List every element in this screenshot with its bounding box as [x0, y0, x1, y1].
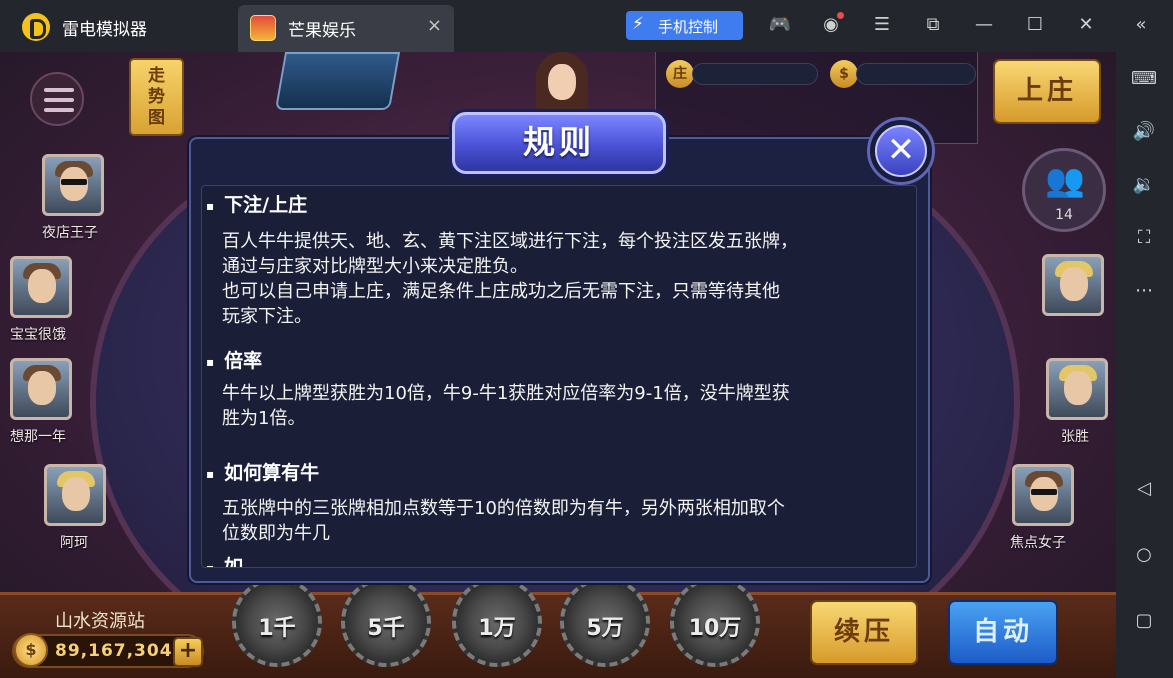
- player-avatar[interactable]: [1042, 254, 1104, 316]
- phone-control-label: 手机控制: [658, 18, 719, 36]
- restore-window-icon[interactable]: ⧉: [920, 12, 946, 38]
- chip-1k-button[interactable]: 1千: [232, 577, 322, 667]
- menu-icon[interactable]: ☰: [869, 12, 895, 38]
- user-account-icon[interactable]: ◉: [818, 12, 844, 38]
- emulator-titlebar: 雷电模拟器 芒果娱乐 × ⚡ 手机控制 🎮 ◉ ☰ ⧉ — ☐ ✕ «: [0, 0, 1173, 52]
- avatar-sunglasses: [1031, 489, 1057, 495]
- gamepad-icon[interactable]: 🎮: [767, 12, 793, 38]
- players-count: 14: [1055, 207, 1073, 223]
- players-icon: 👥: [1045, 161, 1085, 199]
- add-coins-button[interactable]: +: [173, 637, 203, 667]
- coin-balance: 89,167,304: [55, 641, 173, 661]
- chip-label: 1万: [478, 616, 516, 641]
- players-list-button[interactable]: 👥 14: [1022, 148, 1106, 232]
- tab-close-icon[interactable]: ×: [427, 15, 442, 36]
- maximize-icon[interactable]: ☐: [1022, 12, 1048, 38]
- more-options-icon[interactable]: ⋯: [1128, 276, 1160, 306]
- menu-line: [44, 88, 74, 92]
- back-icon[interactable]: ◁: [1128, 474, 1160, 504]
- keyboard-icon[interactable]: ⌨: [1128, 64, 1160, 94]
- dealer-portrait: [530, 52, 594, 118]
- close-icon: ✕: [875, 125, 927, 177]
- become-dealer-button[interactable]: 上庄: [993, 59, 1101, 124]
- player-name: 夜店王子: [42, 225, 98, 241]
- tab-mango-entertainment[interactable]: 芒果娱乐 ×: [238, 5, 454, 52]
- dealer-info-panel: 庄 $: [655, 52, 978, 144]
- player-name: 阿珂: [60, 535, 88, 551]
- rules-dialog-title: 规则: [452, 112, 666, 174]
- rules-section-title: 如何算有牛: [206, 458, 319, 485]
- menu-line: [44, 98, 74, 102]
- player-name: 焦点女子: [1010, 535, 1066, 551]
- user-nickname: 山水资源站: [55, 611, 145, 632]
- avatar-face: [28, 371, 56, 405]
- chip-10k-button[interactable]: 1万: [452, 577, 542, 667]
- volume-down-icon[interactable]: 🔉: [1128, 170, 1160, 200]
- fullscreen-icon[interactable]: ⛶: [1128, 223, 1160, 253]
- player-avatar[interactable]: [10, 256, 72, 318]
- collapse-sidebar-icon[interactable]: «: [1128, 12, 1154, 38]
- rules-section-body: 百人牛牛提供天、地、玄、黄下注区域进行下注，每个投注区发五张牌， 通过与庄家对比…: [222, 231, 798, 327]
- game-menu-button[interactable]: [30, 72, 84, 126]
- player-avatar[interactable]: [1012, 464, 1074, 526]
- rebet-button[interactable]: 续压: [810, 600, 918, 665]
- chip-box-icon: [274, 52, 401, 110]
- coin-icon: $: [14, 633, 48, 667]
- dealer-name-bar: [692, 63, 818, 85]
- auto-bet-button[interactable]: 自动: [948, 600, 1058, 665]
- rules-section-title: 倍率: [206, 346, 262, 373]
- avatar-face: [28, 269, 56, 303]
- dealer-coin-icon: $: [830, 60, 858, 88]
- chip-label: 10万: [688, 616, 742, 641]
- chip-label: 1千: [258, 616, 296, 641]
- rules-content-scroll[interactable]: 下注/上庄 百人牛牛提供天、地、玄、黄下注区域进行下注，每个投注区发五张牌， 通…: [201, 185, 917, 568]
- avatar-face: [1060, 267, 1088, 301]
- rules-section-title: 下注/上庄: [206, 190, 307, 217]
- game-app-icon: [250, 15, 276, 41]
- rules-section-body: 五张牌中的三张牌相加点数等于10的倍数即为有牛，另外两张相加取个 位数即为牛几: [222, 498, 785, 544]
- dealer-badge-icon: 庄: [666, 60, 694, 88]
- notification-dot: [837, 12, 844, 19]
- trend-chart-button[interactable]: 走 势 图: [129, 58, 184, 136]
- chip-5k-button[interactable]: 5千: [341, 577, 431, 667]
- avatar-face: [62, 477, 90, 511]
- dealer-coin-bar: [856, 63, 976, 85]
- rules-section-body: 牛牛以上牌型获胜为10倍，牛9-牛1获胜对应倍率为9-1倍，没牛牌型获 胜为1倍…: [222, 383, 790, 429]
- avatar-sunglasses: [61, 179, 87, 185]
- tab-label: 芒果娱乐: [288, 21, 356, 41]
- rules-section-title: 如: [206, 552, 243, 567]
- player-name: 想那一年: [10, 429, 66, 445]
- rules-close-button[interactable]: ✕: [867, 117, 935, 185]
- lightning-icon: ⚡: [632, 14, 644, 34]
- chip-50k-button[interactable]: 5万: [560, 577, 650, 667]
- emulator-app-name: 雷电模拟器: [62, 20, 147, 40]
- emulator-sidebar: ⌨ 🔊 🔉 ⛶ ⋯ ◁ ○ ▢: [1116, 52, 1173, 678]
- player-avatar[interactable]: [10, 358, 72, 420]
- player-avatar[interactable]: [1046, 358, 1108, 420]
- minimize-icon[interactable]: —: [971, 12, 997, 38]
- volume-up-icon[interactable]: 🔊: [1128, 117, 1160, 147]
- menu-line: [44, 108, 74, 112]
- emulator-logo-icon: [22, 13, 50, 41]
- chip-100k-button[interactable]: 10万: [670, 577, 760, 667]
- player-name: 张胜: [1061, 429, 1089, 445]
- phone-control-button[interactable]: ⚡ 手机控制: [626, 11, 743, 40]
- home-icon[interactable]: ○: [1128, 540, 1160, 570]
- player-name: 宝宝很饿: [10, 327, 66, 343]
- player-avatar[interactable]: [42, 154, 104, 216]
- chip-label: 5万: [586, 616, 624, 641]
- player-avatar[interactable]: [44, 464, 106, 526]
- avatar-face: [1064, 371, 1092, 405]
- recents-icon[interactable]: ▢: [1128, 606, 1160, 636]
- close-window-icon[interactable]: ✕: [1073, 12, 1099, 38]
- dealer-face: [548, 64, 576, 100]
- chip-label: 5千: [367, 616, 405, 641]
